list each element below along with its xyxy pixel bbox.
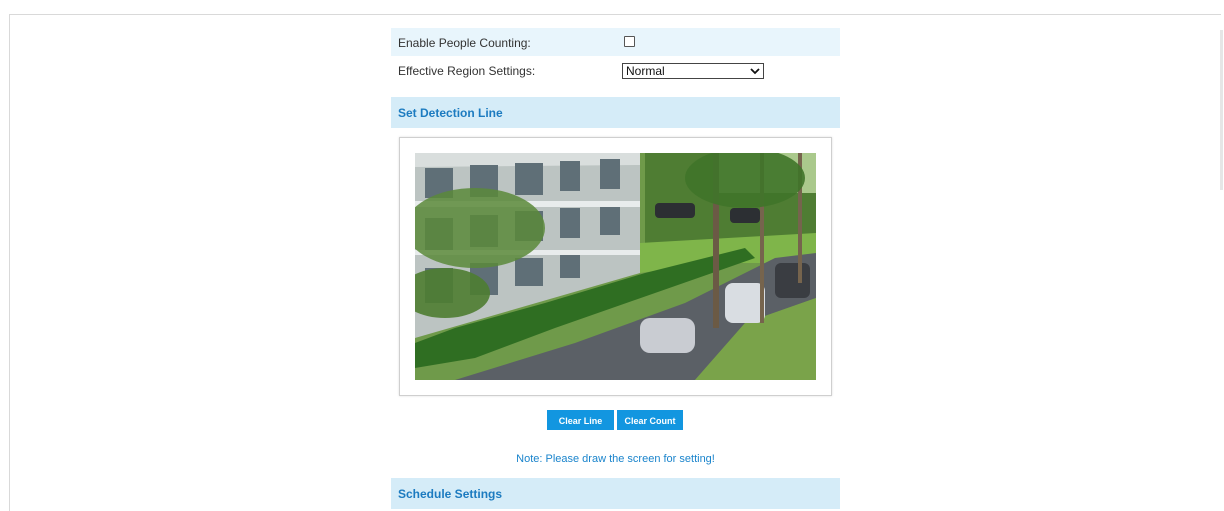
- chevron-down-icon: [750, 68, 760, 75]
- enable-people-counting-row: Enable People Counting:: [391, 28, 840, 56]
- camera-preview-image: [415, 153, 816, 380]
- people-counting-form: Enable People Counting: Effective Region…: [391, 28, 840, 84]
- schedule-settings-header: Schedule Settings: [391, 478, 840, 509]
- effective-region-row: Effective Region Settings: Normal: [391, 56, 840, 84]
- effective-region-select[interactable]: Normal: [622, 63, 764, 79]
- effective-region-label: Effective Region Settings:: [398, 64, 536, 78]
- enable-people-counting-label: Enable People Counting:: [398, 36, 531, 50]
- drawing-note: Note: Please draw the screen for setting…: [516, 453, 715, 465]
- clear-count-button[interactable]: Clear Count: [617, 410, 683, 430]
- scrollbar[interactable]: [1220, 30, 1223, 190]
- detection-line-header: Set Detection Line: [391, 97, 840, 128]
- enable-people-counting-checkbox[interactable]: [624, 36, 635, 47]
- camera-preview[interactable]: [415, 153, 816, 380]
- detection-line-title: Set Detection Line: [398, 106, 503, 120]
- effective-region-selected-value: Normal: [626, 64, 665, 78]
- schedule-settings-title: Schedule Settings: [398, 487, 503, 501]
- clear-line-button[interactable]: Clear Line: [547, 410, 614, 430]
